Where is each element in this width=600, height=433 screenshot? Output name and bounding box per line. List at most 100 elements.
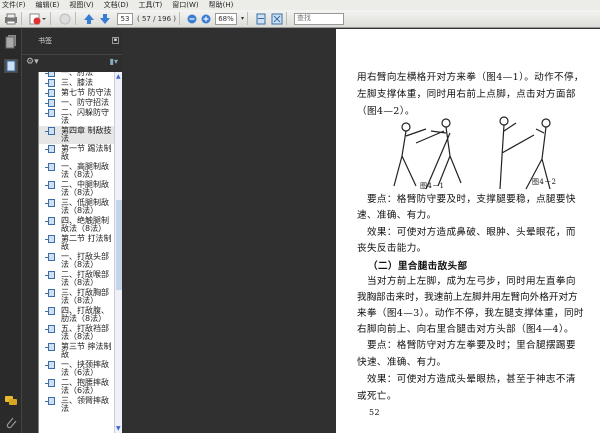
zoom-in-button[interactable] (201, 12, 211, 26)
text-line: 右脚向前上、向右里合腿击对方头部（图4—4）。 (357, 324, 574, 335)
bookmark-item[interactable]: 二、中腿制敌法（8法） (39, 180, 122, 198)
scrollbar-thumb[interactable] (116, 200, 122, 290)
bookmark-icon (45, 89, 55, 97)
bookmark-item[interactable]: 一、打敌头部法（8法） (39, 252, 122, 270)
bookmark-item[interactable]: 四、打敌腹、肋法（8法） (39, 306, 122, 324)
panel-title: 书签 (38, 37, 52, 45)
bookmark-icon (45, 72, 55, 77)
bookmarks-list: 一、肘法 三、膝法 第七节 防守法 一、防守招法 二、闪躲防守法 第四章 制敌技法 第一节 … (38, 72, 122, 433)
bookmark-item[interactable]: 第三节 摔法制敌 (39, 342, 122, 360)
text-line: 或死亡。 (357, 391, 397, 402)
gear-icon[interactable]: ⚙▾ (26, 57, 39, 67)
menu-file[interactable]: 文件(F) (2, 0, 26, 10)
full-screen-button[interactable] (271, 12, 283, 26)
scrollbar[interactable]: ▲ ▼ (114, 72, 122, 433)
bookmark-icon (45, 217, 55, 225)
bookmark-icon (45, 379, 55, 387)
bookmark-label: 三、打敌胸部法（8法） (61, 288, 109, 305)
scroll-up-icon[interactable]: ▲ (116, 73, 121, 80)
bookmark-icon (45, 235, 55, 243)
text-line: 我胸部击来时，我速前上左脚并用左臂向外格开对方 (357, 292, 578, 303)
full-screen-icon (271, 13, 283, 24)
bookmarks-panel: 书签 ▪ ⚙▾ ▮▾ 一、肘法 三、膝法 第七节 防守法 一、防守招法 二、闪躲防守法第… (22, 29, 122, 433)
menu-view[interactable]: 视图(V) (69, 0, 93, 10)
zoom-out-icon (187, 14, 197, 23)
panel-header: 书签 ▪ (22, 29, 122, 55)
collaborate-icon (59, 13, 71, 24)
bookmark-label: 五、打敌裆部法（8法） (61, 324, 109, 341)
bookmark-item[interactable]: 四、绝触腿制敌法（8法） (39, 216, 122, 234)
menu-tools[interactable]: 工具(T) (139, 0, 163, 10)
bookmark-item[interactable]: 一、防守招法 (39, 98, 122, 108)
text-line: 当对方前上左脚，成为左弓步，同时用左直拳向 (357, 276, 576, 287)
bookmark-icon (45, 397, 55, 405)
bookmark-item[interactable]: 一、高腿制敌法（8法） (39, 162, 122, 180)
next-page-button[interactable] (99, 12, 111, 26)
bookmark-label: 二、中腿制敌法（8法） (61, 180, 109, 197)
menu-document[interactable]: 文档(D) (104, 0, 129, 10)
bookmark-icon (45, 289, 55, 297)
zoom-level-field[interactable]: 68% (215, 12, 237, 25)
bookmark-item[interactable]: 三、低腿制敌法（8法） (39, 198, 122, 216)
zoom-dropdown-chevron-icon[interactable]: ▾ (241, 12, 244, 26)
text-line: 效果：可使对方造成鼻破、眼肿、头晕眼花，而 (357, 227, 576, 238)
create-pdf-icon (29, 13, 46, 24)
bookmark-icon (45, 361, 55, 369)
collaborate-button[interactable] (58, 12, 72, 26)
bookmark-label: 一、挟颈摔敌法（6法） (61, 360, 109, 377)
bookmark-icon (45, 199, 55, 207)
menu-window[interactable]: 窗口(W) (172, 0, 198, 10)
bookmark-label: 三、膝法 (61, 78, 93, 87)
bookmark-item[interactable]: 三、打敌胸部法（8法） (39, 288, 122, 306)
new-bookmark-icon[interactable]: ▮▾ (110, 57, 118, 66)
bookmark-item[interactable]: 第七节 防守法 (39, 88, 122, 98)
bookmark-icon (45, 343, 55, 351)
fit-page-button[interactable] (255, 12, 267, 26)
previous-page-button[interactable] (83, 12, 95, 26)
bookmarks-icon[interactable] (4, 59, 18, 73)
martial-arts-illustration (393, 116, 551, 190)
menu-help[interactable]: 帮助(H) (209, 0, 234, 10)
divider (75, 12, 76, 25)
bookmark-item[interactable]: 第一节 踢法制敌 (39, 144, 122, 162)
attachments-icon[interactable] (4, 415, 18, 429)
bookmark-item[interactable]: 三、领臂摔敌法 (39, 396, 122, 414)
divider (50, 12, 51, 25)
bookmark-item[interactable]: 二、打敌喉部法（8法） (39, 270, 122, 288)
bookmark-label: 二、打敌喉部法（8法） (61, 270, 109, 287)
zoom-out-button[interactable] (187, 12, 197, 26)
bookmark-icon (45, 307, 55, 315)
pages-icon[interactable] (5, 35, 17, 49)
bookmark-label: 第二节 打法制敌 (61, 234, 112, 251)
create-button[interactable] (29, 12, 47, 26)
divider (179, 12, 180, 25)
bookmark-icon (45, 109, 55, 117)
bookmark-label: 第一节 踢法制敌 (61, 144, 112, 161)
bookmark-item[interactable]: 五、打敌裆部法（8法） (39, 324, 122, 342)
text-line: 速、准确、有力。 (357, 210, 437, 221)
search-input[interactable] (294, 12, 345, 25)
navigation-pane-strip (0, 29, 22, 433)
panel-options-button[interactable]: ▪ (112, 37, 119, 44)
bookmark-item[interactable]: 一、挟颈摔敌法（6法） (39, 360, 122, 378)
bookmark-icon (45, 99, 55, 107)
zoom-in-icon (201, 14, 211, 23)
bookmark-item[interactable]: 二、闪躲防守法 (39, 108, 122, 126)
menu-edit[interactable]: 编辑(E) (36, 0, 60, 10)
comments-icon[interactable] (4, 395, 18, 407)
bookmark-label: 四、绝触腿制敌法（8法） (61, 216, 109, 233)
print-button[interactable] (4, 12, 18, 26)
bookmark-item[interactable]: 第四章 制敌技法 (39, 126, 122, 144)
print-icon (5, 13, 17, 24)
text-line: 快速、准确、有力。 (357, 357, 447, 368)
bookmark-item[interactable]: 三、膝法 (39, 78, 122, 88)
page-number-input[interactable]: 53 (117, 12, 133, 25)
bookmark-item[interactable]: 第二节 打法制敌 (39, 234, 122, 252)
bookmark-label: 一、打敌头部法（8法） (61, 252, 109, 269)
scroll-down-icon[interactable]: ▼ (116, 425, 121, 432)
bookmark-icon (45, 127, 55, 135)
page-number: 52 (369, 408, 380, 417)
bookmark-item[interactable]: 二、抱腰摔敌法（6法） (39, 378, 122, 396)
bookmark-icon (45, 253, 55, 261)
fit-page-icon (256, 13, 266, 24)
